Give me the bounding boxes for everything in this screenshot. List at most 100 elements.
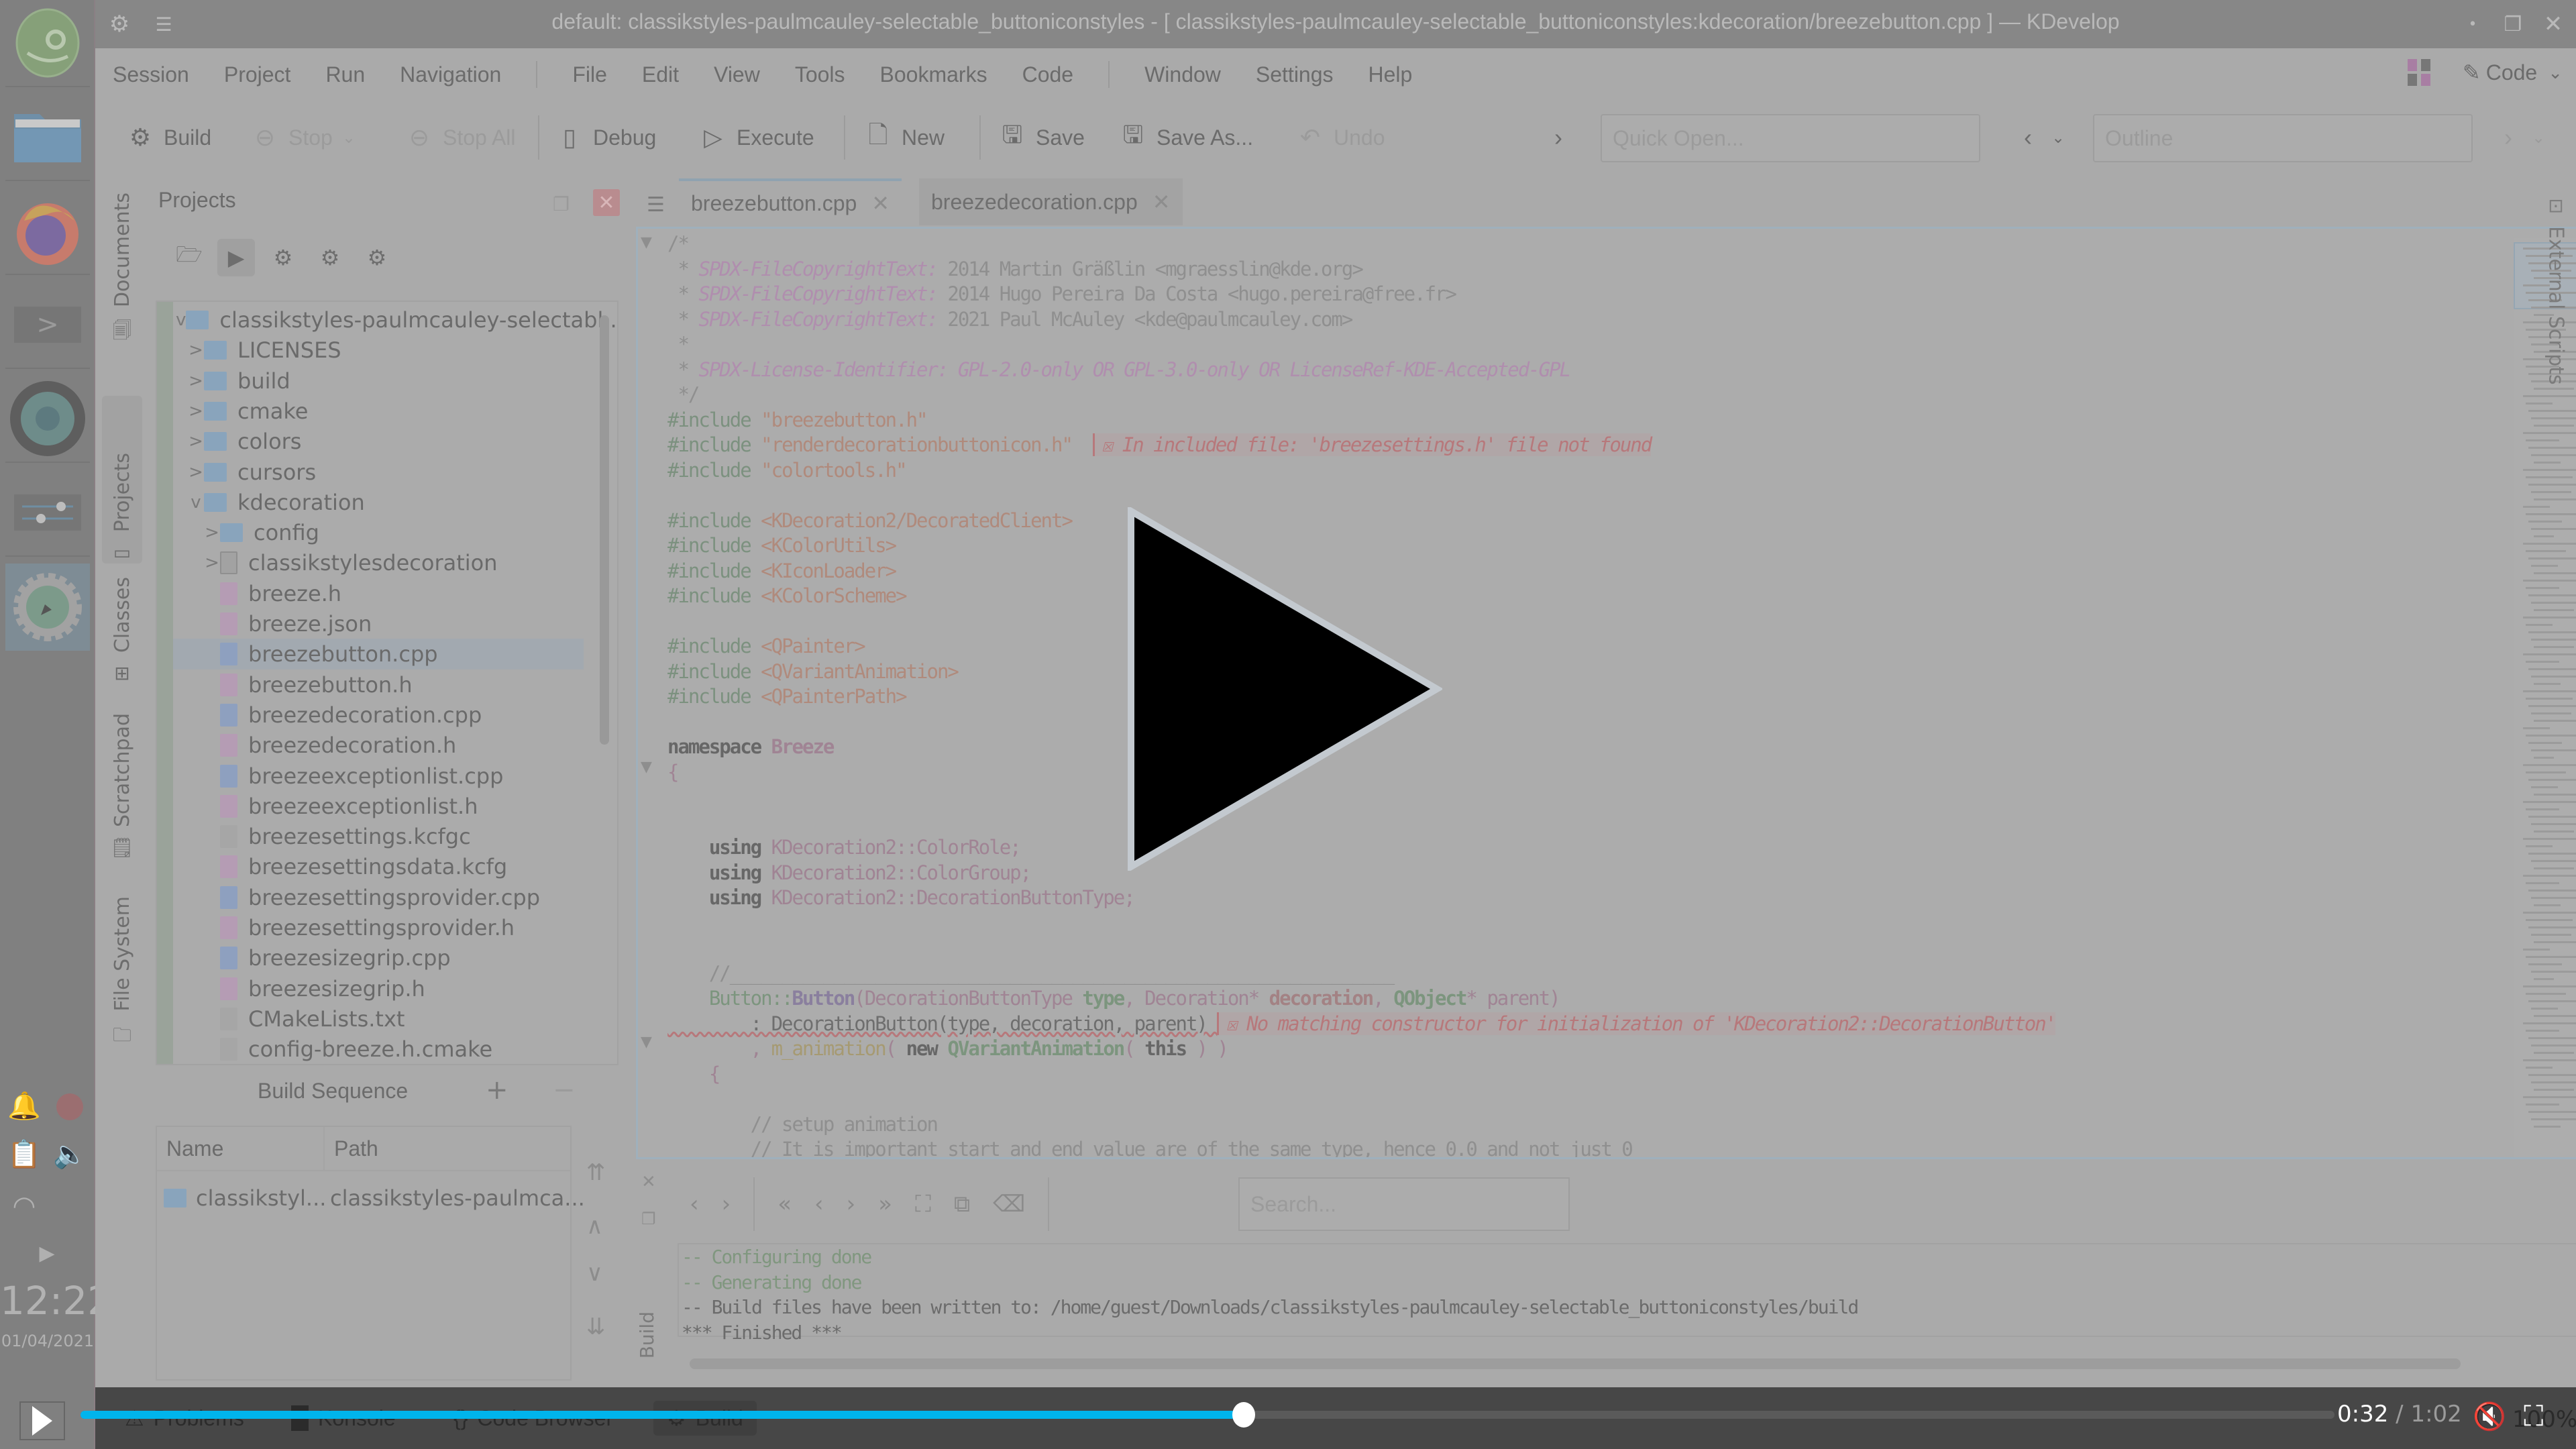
code-area-button[interactable]: Code xyxy=(2486,60,2538,85)
tree-item[interactable]: CMakeLists.txt xyxy=(173,1004,584,1034)
chevron-right-icon[interactable]: > xyxy=(188,462,204,482)
build-button[interactable]: ⚙ Build xyxy=(126,119,211,156)
tab-file-system[interactable]: File System 🗀 xyxy=(102,885,142,1053)
clean-selection-icon[interactable]: ⚙ xyxy=(358,239,396,276)
minimize-button[interactable]: • xyxy=(2457,8,2489,40)
move-down-icon[interactable]: ∨ xyxy=(586,1260,603,1287)
tab-breezebutton-cpp[interactable]: breezebutton.cpp ✕ xyxy=(679,178,902,225)
terminal-launcher[interactable]: > xyxy=(5,282,90,369)
tree-item[interactable]: breezesizegrip.cpp xyxy=(173,943,584,973)
move-up-icon[interactable]: ∧ xyxy=(586,1213,603,1240)
build-output-text[interactable]: -- Configuring done -- Generating done -… xyxy=(678,1243,2576,1344)
working-sets-icon[interactable] xyxy=(2407,59,2432,86)
tab-external-scripts[interactable]: External Scripts xyxy=(2544,226,2568,385)
wifi-icon[interactable]: ◠ xyxy=(5,1187,43,1225)
previous-item-icon[interactable]: ‹ xyxy=(814,1191,824,1218)
tab-scratchpad[interactable]: Scratchpad 🗒 xyxy=(102,704,142,859)
project-tree[interactable]: v classikstyles-paulmcauley-selectabl... >… xyxy=(156,301,619,1065)
close-panel-button[interactable]: ✕ xyxy=(593,189,620,216)
previous-output-icon[interactable]: ‹ xyxy=(690,1191,699,1218)
document-list-icon[interactable]: ☰ xyxy=(647,193,665,217)
save-button[interactable]: 🖫 Save xyxy=(998,119,1085,156)
menu-project[interactable]: Project xyxy=(224,62,291,87)
stop-button[interactable]: ⊖ Stop ⌄ xyxy=(251,119,356,156)
tree-item[interactable]: > colors xyxy=(173,426,584,457)
fold-marker-icon[interactable]: ▼ xyxy=(641,759,652,775)
open-project-icon[interactable]: 🗁 xyxy=(170,239,208,276)
tree-item[interactable]: > cursors xyxy=(173,457,584,488)
output-search-input[interactable]: Search... xyxy=(1238,1177,1570,1231)
tree-item[interactable]: breezesettingsdata.kcfg xyxy=(173,851,584,882)
clipboard-icon[interactable]: 📋 xyxy=(5,1135,43,1173)
chevron-right-icon[interactable]: > xyxy=(188,371,204,391)
new-file-button[interactable]: 🗋 New xyxy=(864,119,945,156)
close-window-button[interactable]: ✕ xyxy=(2537,8,2569,40)
chevron-right-icon[interactable]: > xyxy=(204,523,220,543)
locate-current-document-icon[interactable]: ▶ xyxy=(217,239,255,276)
tree-item[interactable]: breezesettingsprovider.cpp xyxy=(173,882,584,913)
settings-sliders-launcher[interactable] xyxy=(5,470,90,557)
menu-view[interactable]: View xyxy=(714,62,760,87)
remove-build-item-button[interactable]: − xyxy=(553,1075,576,1106)
undo-button[interactable]: ↶ Undo xyxy=(1296,119,1385,156)
tree-item[interactable]: breezesizegrip.h xyxy=(173,973,584,1004)
output-horizontal-scrollbar[interactable] xyxy=(690,1358,2461,1369)
tree-item[interactable]: breeze.json xyxy=(173,608,584,639)
chevron-down-icon[interactable]: ⌄ xyxy=(342,128,356,148)
tree-item[interactable]: breezedecoration.cpp xyxy=(173,700,584,731)
clock-time[interactable]: 12:22 xyxy=(0,1278,112,1324)
menu-edit[interactable]: Edit xyxy=(642,62,679,87)
column-header-name[interactable]: Name xyxy=(157,1127,325,1171)
tree-item[interactable]: breeze.h xyxy=(173,578,584,609)
title-bar[interactable]: ⚙ ☰ default: classikstyles-paulmcauley-s… xyxy=(95,0,2576,48)
next-item-icon[interactable]: › xyxy=(847,1191,856,1218)
tree-item[interactable]: breezedecoration.h xyxy=(173,730,584,761)
tree-item[interactable]: > config xyxy=(173,517,584,548)
fold-marker-icon[interactable]: ▼ xyxy=(641,1034,652,1051)
ctor-error-annotation[interactable]: ☒ No matching constructor for initializa… xyxy=(1217,1012,2057,1035)
tree-item[interactable]: breezesettings.kcfgc xyxy=(173,821,584,852)
tab-breezedecoration-cpp[interactable]: breezedecoration.cpp ✕ xyxy=(919,178,1183,225)
last-item-icon[interactable]: » xyxy=(878,1191,892,1218)
tab-build-output[interactable]: Build xyxy=(636,1311,658,1358)
tree-item[interactable]: breezebutton.h xyxy=(173,669,584,700)
add-build-item-button[interactable]: + xyxy=(486,1075,508,1106)
menu-tools[interactable]: Tools xyxy=(795,62,845,87)
outline-back-button[interactable]: ‹ ⌄ xyxy=(2014,119,2065,156)
stop-all-button[interactable]: ⊖ Stop All xyxy=(405,119,516,156)
chevron-down-icon[interactable]: v xyxy=(176,310,186,330)
muted-speaker-icon[interactable]: 🔇 xyxy=(2473,1401,2506,1432)
tree-item[interactable]: breezeexceptionlist.h xyxy=(173,791,584,822)
tree-scrollbar[interactable] xyxy=(600,315,609,745)
chevron-right-icon[interactable]: > xyxy=(188,431,204,451)
menu-file[interactable]: File xyxy=(572,62,607,87)
tree-item[interactable]: breezesettingsprovider.h xyxy=(173,912,584,943)
close-output-icon[interactable]: ✕ xyxy=(641,1172,656,1192)
outline-input[interactable]: Outline xyxy=(2093,114,2473,162)
tree-item[interactable]: > classikstylesdecoration xyxy=(173,547,584,578)
tab-classes[interactable]: Classes ⊞ xyxy=(102,550,142,684)
opensuse-launcher[interactable] xyxy=(5,0,90,87)
expand-tray-icon[interactable]: ▶ xyxy=(28,1234,66,1272)
fold-marker-icon[interactable]: ▼ xyxy=(641,234,652,251)
tree-item[interactable]: > cmake xyxy=(173,396,584,427)
big-play-button[interactable] xyxy=(1127,507,1442,871)
kdevelop-launcher[interactable] xyxy=(5,564,90,651)
notifications-bell-icon[interactable]: 🔔 xyxy=(5,1087,43,1124)
tree-item[interactable]: v classikstyles-paulmcauley-selectabl... xyxy=(173,305,617,335)
build-selection-icon[interactable]: ⚙ xyxy=(264,239,302,276)
record-icon[interactable] xyxy=(51,1088,89,1126)
menu-help[interactable]: Help xyxy=(1368,62,1413,87)
move-bottom-icon[interactable]: ⇊ xyxy=(586,1313,606,1340)
next-output-icon[interactable]: › xyxy=(722,1191,731,1218)
menu-code[interactable]: Code xyxy=(1022,62,1074,87)
volume-icon[interactable]: 🔈 xyxy=(51,1135,89,1173)
camera-launcher[interactable] xyxy=(5,376,90,463)
fullscreen-icon[interactable]: ⛶ xyxy=(2524,1399,2543,1433)
tab-projects[interactable]: Projects ▭ xyxy=(102,396,142,564)
tree-item[interactable]: > LICENSES xyxy=(173,335,584,366)
outline-forward-button[interactable]: › ⌄ xyxy=(2494,119,2545,156)
install-selection-icon[interactable]: ⚙ xyxy=(311,239,349,276)
column-header-path[interactable]: Path xyxy=(325,1127,570,1171)
clear-output-icon[interactable]: ⌫ xyxy=(993,1191,1025,1218)
